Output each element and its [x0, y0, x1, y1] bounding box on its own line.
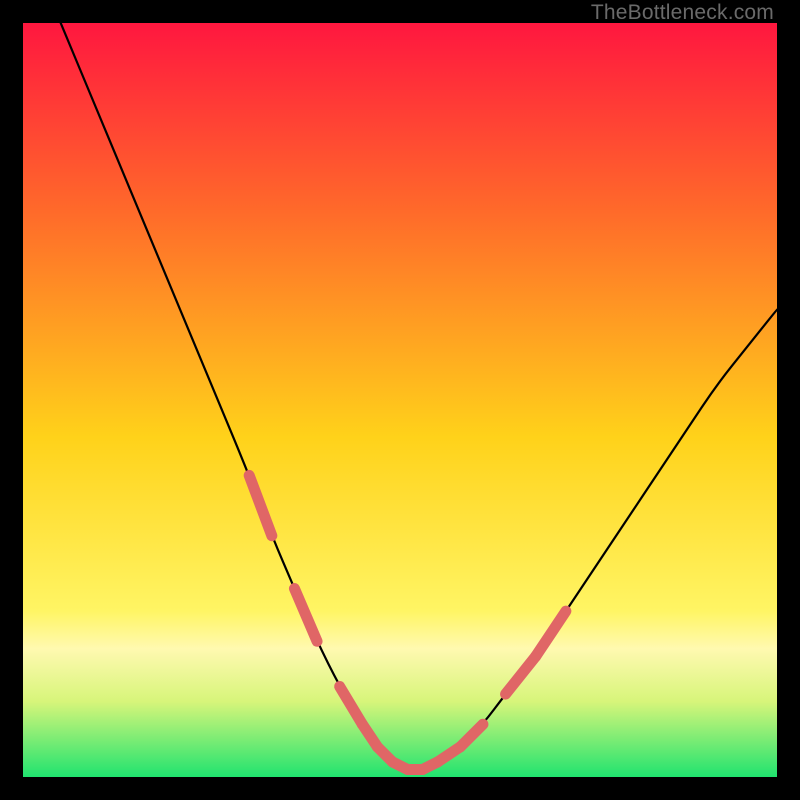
watermark-text: TheBottleneck.com: [591, 1, 774, 25]
chart-svg: [23, 23, 777, 777]
chart-frame: [23, 23, 777, 777]
gradient-background: [23, 23, 777, 777]
